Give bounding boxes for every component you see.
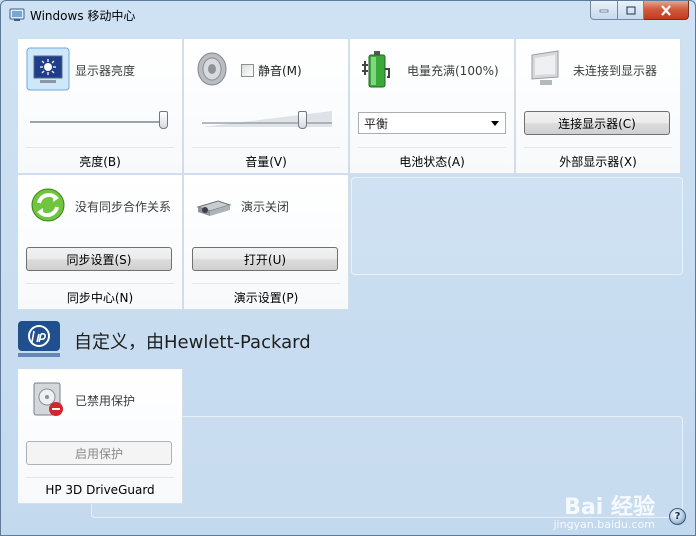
mute-checkbox-row[interactable]: 静音(M) (241, 62, 302, 79)
tile-volume: 静音(M) 音量(V) (184, 39, 349, 174)
hp-logo-icon (18, 321, 60, 357)
maximize-icon (625, 5, 636, 15)
power-plan-value: 平衡 (364, 116, 389, 131)
sync-settings-button[interactable]: 同步设置(S) (26, 247, 172, 271)
drive-protection-icon (33, 382, 63, 416)
mute-label: 静音(M) (258, 64, 302, 78)
tile-divider (192, 147, 340, 148)
title-bar[interactable]: Windows 移动中心 (1, 1, 695, 29)
driveguard-status-label: 已禁用保护 (75, 394, 136, 408)
monitor-icon (531, 50, 559, 85)
enable-protection-button[interactable]: 启用保护 (26, 441, 172, 465)
caption-buttons (590, 1, 689, 21)
tile-divider (26, 477, 174, 478)
tile-divider (192, 283, 340, 284)
tile-divider (26, 147, 174, 148)
presentation-status-label: 演示关闭 (241, 200, 290, 214)
battery-tile-title: 电池状态(A) (399, 155, 465, 169)
background-panel (351, 177, 683, 275)
battery-status-label: 电量充满(100%) (407, 64, 499, 78)
volume-tile-title: 音量(V) (245, 155, 287, 169)
tile-brightness: 显示器亮度 亮度(B) (18, 39, 183, 174)
volume-slider-thumb[interactable] (297, 111, 307, 129)
volume-slider-track[interactable] (202, 109, 332, 129)
help-icon[interactable]: ? (669, 508, 686, 525)
brightness-slider-thumb[interactable] (159, 111, 168, 129)
projector-icon (196, 200, 232, 216)
tile-divider (26, 283, 174, 284)
watermark-url: jingyan.baidu.com (553, 518, 655, 531)
brightness-status-label: 显示器亮度 (75, 64, 136, 78)
external-display-status-label: 未连接到显示器 (573, 64, 658, 78)
presentation-turn-on-button[interactable]: 打开(U) (192, 247, 338, 271)
chevron-down-icon (491, 121, 499, 126)
minimize-button[interactable] (590, 1, 618, 20)
brightness-icon[interactable] (26, 47, 70, 91)
sync-icon (31, 188, 65, 222)
mobility-center-window: Windows 移动中心 显示器亮度 亮度(B) 静音(M) 音量(V) 电量充… (0, 0, 696, 536)
tile-divider (524, 147, 672, 148)
watermark: Bai 经验 (564, 495, 655, 520)
battery-icon (362, 51, 390, 88)
external-display-tile-title: 外部显示器(X) (559, 155, 637, 169)
maximize-button[interactable] (618, 1, 644, 20)
tile-divider (358, 147, 506, 148)
tile-presentation: 演示关闭 打开(U) 演示设置(P) (184, 175, 349, 310)
driveguard-tile-title: HP 3D DriveGuard (45, 483, 155, 497)
close-button[interactable] (644, 1, 689, 20)
mute-checkbox[interactable] (241, 64, 254, 77)
close-icon (661, 4, 671, 16)
tile-external-display: 未连接到显示器 连接显示器(C) 外部显示器(X) (516, 39, 681, 174)
sync-tile-title: 同步中心(N) (66, 291, 134, 305)
oem-section-heading: 自定义，由Hewlett-Packard (74, 332, 311, 353)
presentation-tile-title: 演示设置(P) (233, 291, 299, 305)
speaker-icon[interactable] (192, 47, 236, 91)
tile-driveguard: 已禁用保护 启用保护 HP 3D DriveGuard (18, 369, 183, 504)
app-icon (9, 8, 25, 21)
window-title: Windows 移动中心 (30, 9, 136, 23)
tile-battery: 电量充满(100%) 平衡 电池状态(A) (350, 39, 515, 174)
brightness-slider-track[interactable] (30, 121, 162, 124)
tile-sync: 没有同步合作关系 同步设置(S) 同步中心(N) (18, 175, 183, 310)
connect-display-button[interactable]: 连接显示器(C) (524, 111, 670, 135)
sync-status-label: 没有同步合作关系 (75, 200, 172, 214)
power-plan-select[interactable]: 平衡 (358, 112, 506, 134)
brightness-tile-title: 亮度(B) (79, 155, 121, 169)
minimize-icon (599, 9, 609, 13)
